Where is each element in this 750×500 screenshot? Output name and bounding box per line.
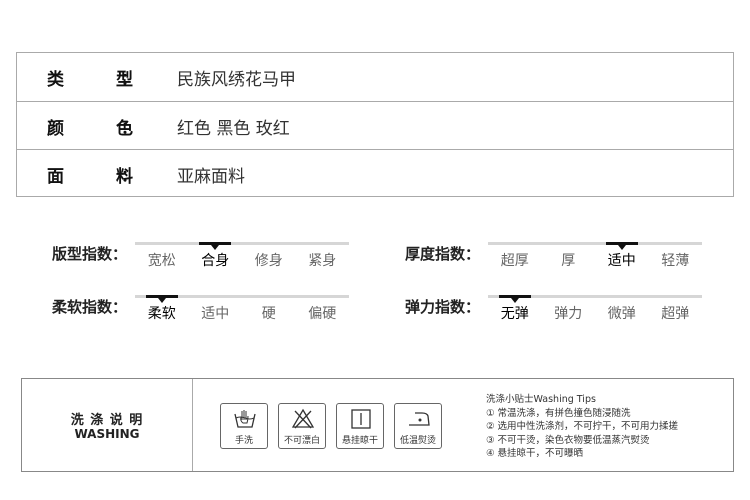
washing-title-en: WASHING — [74, 427, 140, 441]
no-bleach-icon: 不可漂白 — [278, 403, 326, 449]
scale-option: 厚 — [561, 253, 576, 269]
tips-title: 洗涤小贴士Washing Tips — [486, 394, 596, 405]
washing-instructions: 洗 涤 说 明 WASHING 手洗 不可漂白 悬挂晾干 低温熨烫 洗涤小贴士W… — [21, 378, 734, 472]
scale-option: 适中 — [201, 306, 230, 322]
scale-option: 偏硬 — [308, 306, 337, 322]
tip-item: ③ 不可干烫，染色衣物要低温蒸汽熨烫 — [486, 434, 650, 446]
washing-tips: 洗涤小贴士Washing Tips ① 常温洗涤，有拼色撞色随浸随洗 ② 选用中… — [486, 393, 678, 461]
info-row-fabric: 面 料 ： 亚麻面料 — [17, 149, 733, 198]
scale-option: 无弹 — [500, 306, 529, 322]
tip-item: ② 选用中性洗涤剂，不可拧干，不可用力揉搓 — [486, 421, 679, 433]
tip-item: ④ 悬挂晾干，不可曝晒 — [486, 448, 584, 460]
marker-pointer-icon — [157, 298, 166, 303]
low-iron-icon: 低温熨烫 — [394, 403, 442, 449]
scale-option: 宽松 — [147, 253, 176, 269]
scale-option: 微弹 — [607, 306, 636, 322]
hang-dry-icon: 悬挂晾干 — [336, 403, 384, 449]
info-colon: ： — [121, 118, 138, 137]
hand-wash-icon: 手洗 — [220, 403, 268, 449]
marker-pointer-icon — [617, 245, 626, 250]
scale-option: 柔软 — [147, 306, 176, 322]
info-row-color: 颜 色 ： 红色 黑色 玫红 — [17, 101, 733, 150]
scale-track — [135, 242, 349, 245]
scale-option: 合身 — [201, 253, 230, 269]
scale-option: 紧身 — [308, 253, 337, 269]
scale-title: 柔软指数： — [52, 298, 128, 316]
info-value-color: 红色 黑色 玫红 — [177, 118, 290, 139]
scale-title: 弹力指数： — [405, 298, 481, 316]
product-info-table: 类 型 ： 民族风绣花马甲 颜 色 ： 红色 黑色 玫红 面 料 ： 亚麻面料 — [16, 52, 734, 197]
scale-option: 硬 — [261, 306, 276, 322]
info-row-type: 类 型 ： 民族风绣花马甲 — [17, 53, 733, 101]
marker-pointer-icon — [211, 245, 220, 250]
scale-option: 弹力 — [554, 306, 583, 322]
scale-option: 修身 — [254, 253, 283, 269]
info-value-type: 民族风绣花马甲 — [177, 69, 296, 90]
marker-pointer-icon — [510, 298, 519, 303]
scale-option: 轻薄 — [661, 253, 690, 269]
washing-title-cn: 洗 涤 说 明 — [70, 413, 144, 428]
info-colon: ： — [121, 166, 138, 185]
tip-item: ① 常温洗涤，有拼色撞色随浸随洗 — [486, 407, 631, 419]
scale-title: 版型指数： — [52, 245, 128, 263]
scale-title: 厚度指数： — [405, 245, 481, 263]
divider — [192, 379, 193, 471]
info-colon: ： — [121, 69, 138, 88]
scale-track — [488, 242, 702, 245]
info-value-fabric: 亚麻面料 — [177, 166, 245, 187]
scale-option: 超厚 — [500, 253, 529, 269]
scale-option: 适中 — [607, 253, 636, 269]
scale-option: 超弹 — [661, 306, 690, 322]
